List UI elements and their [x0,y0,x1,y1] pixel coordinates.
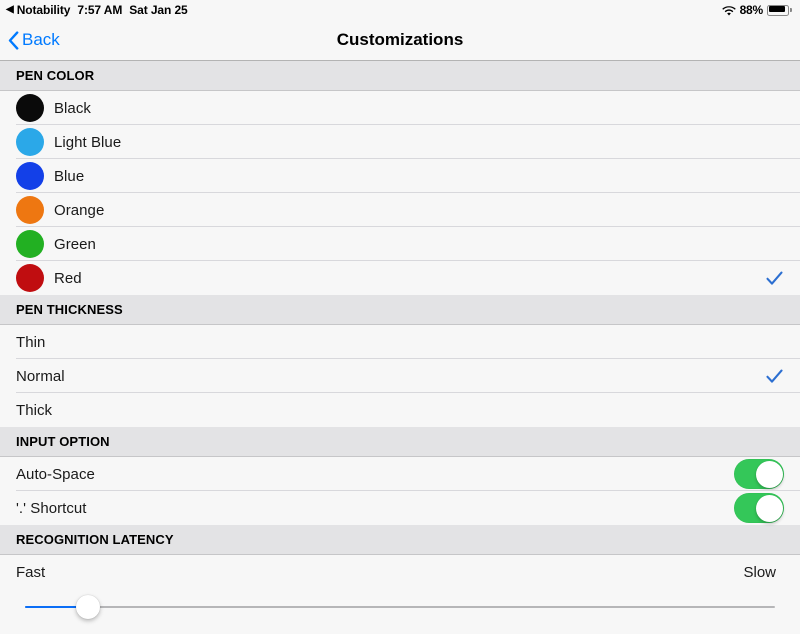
pen-color-row-orange[interactable]: Orange [0,193,800,227]
row-label: Thin [16,333,46,351]
color-swatch [16,162,44,190]
status-bar-left: ◀ Notability 7:57 AM Sat Jan 25 [6,3,188,17]
row-label: Light Blue [54,133,122,151]
pen-thickness-row-normal[interactable]: Normal [0,359,800,393]
status-bar-right: 88% [721,3,792,17]
row-label: Black [54,99,91,117]
input-option-row-auto-space: Auto-Space [0,457,800,491]
battery-icon [767,4,792,16]
settings-table: PEN COLOR Black Light Blue Blue Orange G… [0,61,800,625]
latency-slider[interactable] [0,589,800,625]
row-label: Blue [54,167,85,185]
color-swatch [16,128,44,156]
auto-space-toggle[interactable] [734,459,784,489]
color-swatch [16,264,44,292]
input-option-row-period-shortcut: '.' Shortcut [0,491,800,525]
row-label: '.' Shortcut [16,499,87,517]
checkmark-icon [765,269,784,288]
period-shortcut-toggle[interactable] [734,493,784,523]
status-bar: ◀ Notability 7:57 AM Sat Jan 25 88% [0,0,800,20]
row-label: Green [54,235,96,253]
pen-color-row-blue[interactable]: Blue [0,159,800,193]
back-button[interactable]: Back [0,30,60,50]
chevron-left-icon [8,30,19,50]
section-header-pen-thickness: PEN THICKNESS [0,295,800,325]
slider-min-label: Fast [16,563,46,581]
slider-thumb[interactable] [76,595,100,619]
color-swatch [16,94,44,122]
pen-color-row-light-blue[interactable]: Light Blue [0,125,800,159]
pen-thickness-row-thin[interactable]: Thin [0,325,800,359]
color-swatch [16,196,44,224]
battery-fill-level [768,6,786,12]
slider-track[interactable] [25,606,775,608]
color-swatch [16,230,44,258]
section-header-pen-color: PEN COLOR [0,61,800,91]
wifi-icon [721,5,736,17]
page-title: Customizations [336,30,464,49]
status-back-arrow-icon[interactable]: ◀ [6,5,14,15]
pen-color-row-green[interactable]: Green [0,227,800,261]
row-label: Orange [54,201,105,219]
back-button-label: Back [22,30,60,49]
toggle-knob [755,494,783,522]
status-app-name[interactable]: Notability [17,3,71,17]
navigation-bar: Back Customizations [0,20,800,61]
toggle-knob [755,460,783,488]
pen-color-row-black[interactable]: Black [0,91,800,125]
latency-slider-labels: Fast Slow [0,555,800,589]
row-label: Red [54,269,82,287]
row-label: Auto-Space [16,465,95,483]
pen-thickness-row-thick[interactable]: Thick [0,393,800,427]
status-time: 7:57 AM [77,3,123,17]
checkmark-icon [765,367,784,386]
row-label: Normal [16,367,65,385]
section-header-recognition-latency: RECOGNITION LATENCY [0,525,800,555]
status-date: Sat Jan 25 [129,3,188,17]
slider-max-label: Slow [743,563,776,581]
section-header-input-option: INPUT OPTION [0,427,800,457]
battery-percent-label: 88% [739,3,764,17]
row-label: Thick [16,401,53,419]
pen-color-row-red[interactable]: Red [0,261,800,295]
